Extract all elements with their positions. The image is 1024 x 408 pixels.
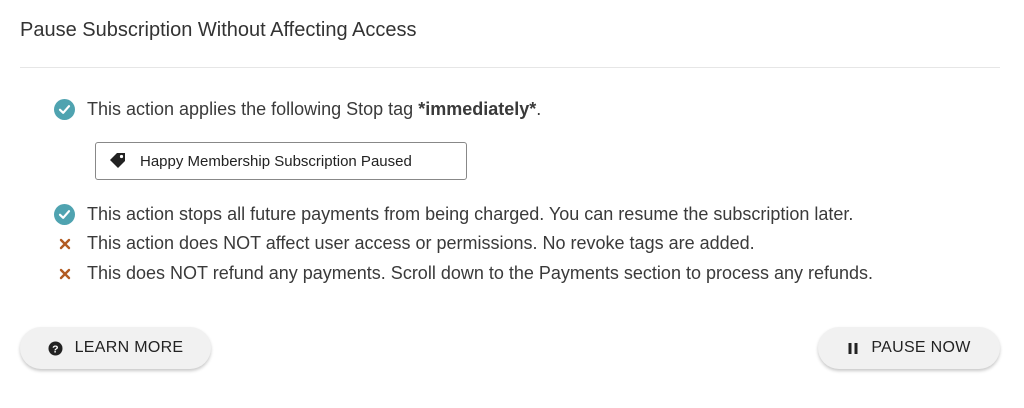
check-icon <box>54 99 75 120</box>
x-icon <box>54 237 75 251</box>
check-icon <box>54 204 75 225</box>
panel-title: Pause Subscription Without Affecting Acc… <box>20 19 417 41</box>
list-item: This action stops all future payments fr… <box>54 204 853 225</box>
item-text: This action does NOT affect user access … <box>87 233 755 253</box>
item-text: This action stops all future payments fr… <box>87 204 854 224</box>
pause-icon <box>847 342 859 355</box>
x-icon <box>54 267 75 281</box>
question-circle-icon: ? <box>48 341 63 356</box>
pause-now-label: PAUSE NOW <box>871 339 971 356</box>
learn-more-label: LEARN MORE <box>74 339 184 356</box>
divider <box>20 67 1000 68</box>
tag-label: Happy Membership Subscription Paused <box>140 152 412 170</box>
pause-now-button[interactable]: PAUSE NOW <box>818 327 1000 369</box>
list-item: This does NOT refund any payments. Scrol… <box>54 263 873 284</box>
learn-more-button[interactable]: ? LEARN MORE <box>20 327 211 369</box>
svg-text:?: ? <box>52 343 59 355</box>
list-item: This action applies the following Stop t… <box>54 99 541 120</box>
item-text: This does NOT refund any payments. Scrol… <box>87 263 874 283</box>
item-text: This action applies the following Stop t… <box>87 99 542 119</box>
stop-tag-chip: Happy Membership Subscription Paused <box>95 142 467 180</box>
tag-icon <box>108 151 128 171</box>
list-item: This action does NOT affect user access … <box>54 233 755 254</box>
